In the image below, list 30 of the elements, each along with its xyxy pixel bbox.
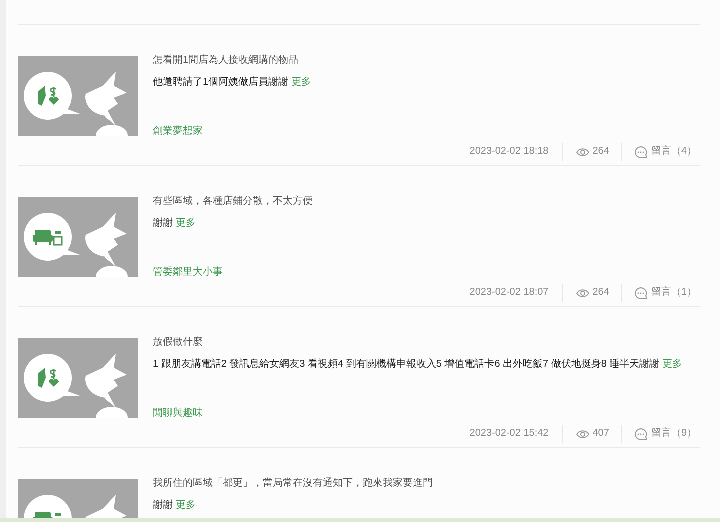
- post-excerpt: 1 跟朋友講電話2 發訊息給女網友3 看視頻4 到有關機構申報收入5 增值電話卡6 出外吃飯7 做伏地挺身8 睡半天謝謝: [153, 359, 660, 370]
- eye-icon: [576, 430, 590, 438]
- comment-icon: [634, 286, 648, 300]
- more-link[interactable]: 更多: [176, 218, 196, 229]
- category-link[interactable]: 管委鄰里大小事: [153, 267, 223, 278]
- post-date: 2023-02-02 18:18: [470, 145, 549, 159]
- comment-icon: [634, 146, 648, 158]
- view-count: 407: [592, 427, 610, 441]
- view-count: 264: [592, 286, 610, 300]
- post-excerpt: 他還聘請了1個阿姨做店員謝謝: [153, 77, 289, 88]
- post-title[interactable]: 我所住的區域「都更」，當局常在沒有通知下，跑來我家要進門: [153, 477, 697, 491]
- comment-link[interactable]: 留言（1）: [651, 286, 697, 300]
- view-count: 264: [592, 145, 610, 159]
- category-link[interactable]: 創業夢想家: [153, 126, 203, 137]
- comment-link[interactable]: 留言（4）: [651, 145, 697, 159]
- comment-icon: [634, 428, 648, 440]
- comment-link[interactable]: 留言（9）: [651, 427, 697, 441]
- eye-icon: [576, 288, 590, 298]
- post-date: 2023-02-02 15:42: [470, 427, 549, 441]
- post-date: 2023-02-02 18:07: [470, 286, 549, 300]
- post-title[interactable]: 放假做什麼: [153, 336, 697, 350]
- category-link[interactable]: 閒聊與趣味: [153, 408, 203, 419]
- more-link[interactable]: 更多: [291, 77, 312, 88]
- more-link[interactable]: 更多: [176, 500, 196, 511]
- eye-icon: [576, 148, 590, 156]
- post-title[interactable]: 怎看開1間店為人接收網購的物品: [153, 54, 697, 68]
- post-excerpt: 謝謝: [153, 218, 173, 229]
- more-link[interactable]: 更多: [662, 359, 682, 370]
- post-excerpt: 謝謝: [153, 500, 173, 511]
- post-title[interactable]: 有些區域，各種店鋪分散，不太方便: [153, 195, 697, 209]
